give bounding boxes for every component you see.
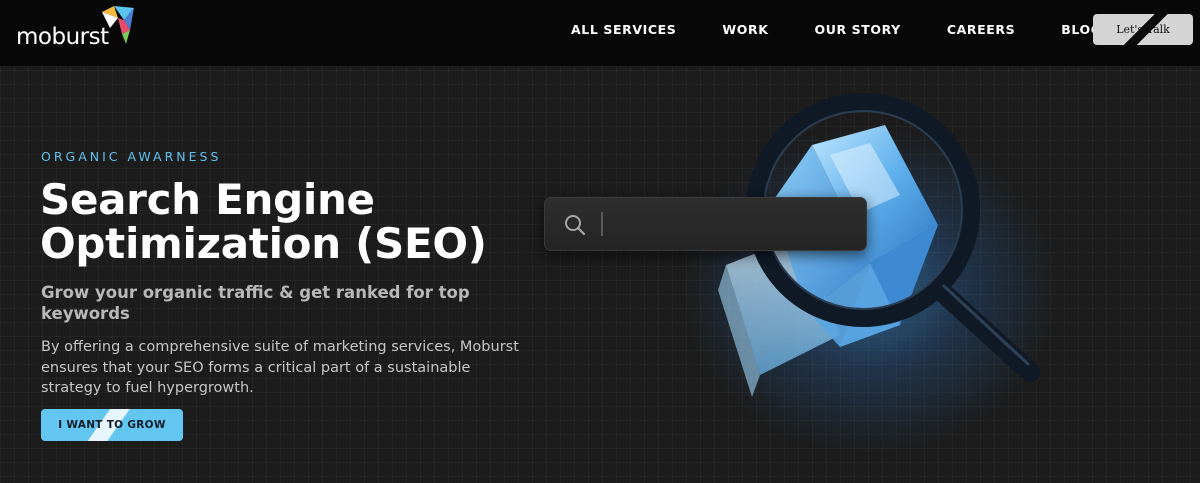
title-line-2: Optimization (SEO) (40, 219, 487, 268)
magnifying-glass-icon (746, 93, 1040, 382)
nav-link-our-story[interactable]: OUR STORY (792, 22, 924, 37)
top-navbar: moburst ALL SERVICES WORK OUR STORY CARE… (0, 0, 1200, 66)
text-cursor (601, 212, 603, 236)
hero-eyebrow: ORGANIC AWARNESS (41, 149, 222, 164)
title-line-1: Search Engine (40, 175, 375, 224)
nav-link-careers[interactable]: CAREERS (924, 22, 1038, 37)
lets-talk-button[interactable]: Let's Talk (1093, 14, 1193, 45)
logo-mark-icon (102, 6, 134, 44)
nav-link-all-services[interactable]: ALL SERVICES (548, 22, 699, 37)
hero-section: moburst ALL SERVICES WORK OUR STORY CARE… (0, 0, 1200, 483)
i-want-to-grow-button[interactable]: I WANT TO GROW (41, 409, 183, 441)
page-title: Search Engine Optimization (SEO) (40, 178, 540, 266)
nav-links: ALL SERVICES WORK OUR STORY CAREERS BLOG (548, 0, 1125, 58)
search-icon (565, 215, 586, 236)
hero-description: By offering a comprehensive suite of mar… (41, 339, 519, 396)
nav-link-work[interactable]: WORK (699, 22, 791, 37)
logo-wordmark: moburst (16, 24, 109, 50)
seo-illustration (540, 85, 1070, 480)
moburst-logo[interactable]: moburst (16, 6, 146, 56)
hero-subtitle: Grow your organic traffic & get ranked f… (41, 283, 470, 323)
search-input[interactable] (544, 197, 867, 251)
